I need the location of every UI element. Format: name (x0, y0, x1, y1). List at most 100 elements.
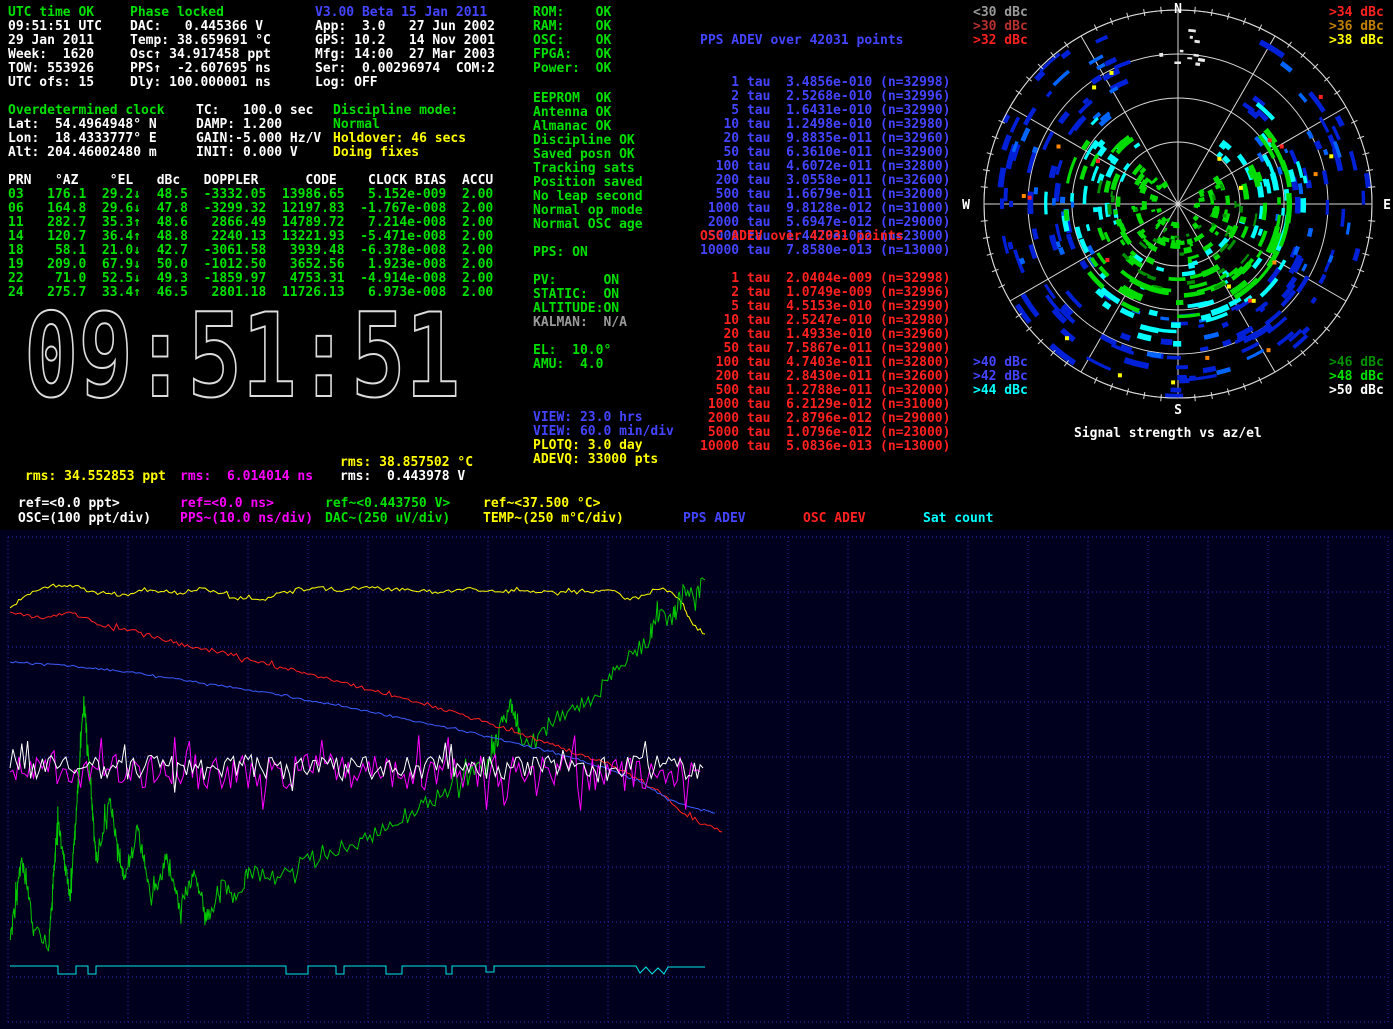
satellite-row: 22 71.0 52.5↓ 49.3 -1859.97 4753.31 -4.9… (8, 272, 493, 286)
adev-row: 100 tau 4.7403e-011 (n=32800) (700, 356, 950, 370)
phase-lock-block: Phase lockedDAC: 0.445366 VTemp: 38.6596… (130, 6, 271, 90)
adev-row: 1 tau 2.0404e-009 (n=32998) (700, 272, 950, 286)
rms-osc-readout: rms: 34.552853 ppt (25, 470, 166, 484)
status-line: App: 3.0 27 Jun 2002 (315, 20, 495, 34)
satellite-row: 14 120.7 36.4↑ 48.8 2240.13 13221.93 -5.… (8, 230, 493, 244)
adev-row: 200 tau 3.0558e-011 (n=32600) (700, 174, 950, 188)
status-line: GPS: 10.2 14 Nov 2001 (315, 34, 495, 48)
main-strip-chart (0, 530, 1393, 1029)
status-line: Phase locked (130, 6, 271, 20)
plot-legend-sat-count: Sat count (923, 512, 993, 526)
status-line: STATIC: ON (533, 288, 627, 302)
position-block: Overdetermined clockLat: 54.4964948° NLo… (8, 104, 165, 160)
satellite-row: 11 282.7 35.3↑ 48.6 2866.49 14789.72 7.2… (8, 216, 493, 230)
status-line: Position saved (533, 176, 643, 190)
status-line: Alt: 204.46002480 m (8, 146, 165, 160)
status-line: UTC ofs: 15 (8, 76, 102, 90)
status-line: OSC: OK (533, 34, 611, 48)
adev-row: 50 tau 6.3610e-011 (n=32900) (700, 146, 950, 160)
adev-row: 10 tau 2.5247e-010 (n=32980) (700, 314, 950, 328)
status-line: VIEW: 23.0 hrs (533, 411, 674, 425)
status-line: KALMAN: N/A (533, 316, 627, 330)
status-line: Doing fixes (333, 146, 466, 160)
pps-ref-line: ref=<0.0 ns> (180, 497, 274, 511)
status-line: 09:51:51 UTC (8, 20, 102, 34)
satellite-row: 18 58.1 21.0↓ 42.7 -3061.58 3939.48 -6.3… (8, 244, 493, 258)
discipline-mode-block: Discipline mode:NormalHoldover: 46 secsD… (333, 104, 466, 160)
dac-ref-line: ref~<0.443750 V> (325, 497, 450, 511)
status-line: DAC: 0.445366 V (130, 20, 271, 34)
status-line: Power: OK (533, 62, 611, 76)
status-line: PV: ON (533, 274, 627, 288)
status-line: Antenna OK (533, 106, 643, 120)
status-line: Dly: 100.000001 ns (130, 76, 271, 90)
adev-row: 10000 tau 5.0836e-013 (n=13000) (700, 440, 950, 454)
status-line: Osc↑ 34.917458 ppt (130, 48, 271, 62)
status-line: INIT: 0.000 V (196, 146, 321, 160)
satellite-table: PRN °AZ °EL dBc DOPPLER CODE CLOCK BIAS … (8, 174, 493, 300)
plot-legend-osc-adev: OSC ADEV (803, 512, 866, 526)
adev-row: 10 tau 1.2498e-010 (n=32980) (700, 118, 950, 132)
status-line: Holdover: 46 secs (333, 132, 466, 146)
rms-dac-readout: rms: 0.443978 V (340, 470, 465, 484)
adev-row: 2 tau 2.5268e-010 (n=32996) (700, 90, 950, 104)
elevation-mask-block: EL: 10.0°AMU: 4.0 (533, 344, 611, 372)
pps-scale-line: PPS~(10.0 ns/div) (180, 512, 313, 526)
temp-ref-line: ref~<37.500 °C> (483, 497, 600, 511)
compass-west-label: W (962, 198, 970, 213)
satellite-row: 03 176.1 29.2↓ 48.5 -3332.05 13986.65 5.… (8, 188, 493, 202)
satellite-row: 24 275.7 33.4↑ 46.5 2801.18 11726.13 6.9… (8, 286, 493, 300)
clock-time-text: 09:51:51 (24, 300, 460, 410)
loop-params-block: TC: 100.0 secDAMP: 1.200GAIN:-5.000 Hz/V… (196, 104, 321, 160)
digital-clock: 09:51:51 (18, 300, 478, 410)
plot-legend-pps-adev: PPS ADEV (683, 512, 746, 526)
satellite-row: 19 209.0 67.9↓ 50.0 -1012.50 3652.56 1.9… (8, 258, 493, 272)
status-line: Saved posn OK (533, 148, 643, 162)
temp-scale-line: TEMP~(250 m°C/div) (483, 512, 624, 526)
osc-adev-title: OSC ADEV over 42031 points (700, 230, 950, 244)
osc-adev-rows: 1 tau 2.0404e-009 (n=32998) 2 tau 1.0749… (700, 272, 950, 454)
polar-plot-caption: Signal strength vs az/el (1074, 427, 1262, 441)
status-line: V3.00 Beta 15 Jan 2011 (315, 6, 495, 20)
status-line: Discipline OK (533, 134, 643, 148)
satellite-row: PRN °AZ °EL dBc DOPPLER CODE CLOCK BIAS … (8, 174, 493, 188)
status-line: Mfg: 14:00 27 Mar 2003 (315, 48, 495, 62)
status-line: TOW: 553926 (8, 62, 102, 76)
status-line: Normal (333, 118, 466, 132)
fix-mode-block: PV: ONSTATIC: ONALTITUDE:ONKALMAN: N/A (533, 274, 627, 330)
status-line: FPGA: OK (533, 48, 611, 62)
status-line: EEPROM OK (533, 92, 643, 106)
satellite-row: 06 164.8 29.6↓ 47.8 -3299.32 12197.83 -1… (8, 202, 493, 216)
status-line: Log: OFF (315, 76, 495, 90)
status-line: Almanac OK (533, 120, 643, 134)
view-settings-block: VIEW: 23.0 hrsVIEW: 60.0 min/divPLOTQ: 3… (533, 411, 674, 467)
adev-row: 1 tau 3.4856e-010 (n=32998) (700, 76, 950, 90)
gps-monitor-screen: UTC time OK09:51:51 UTC29 Jan 2011Week: … (0, 0, 1393, 1029)
status-line: Normal OSC age (533, 218, 643, 232)
status-line: 29 Jan 2011 (8, 34, 102, 48)
status-line: Temp: 38.659691 °C (130, 34, 271, 48)
compass-north-label: N (1174, 2, 1182, 17)
status-line: Lat: 54.4964948° N (8, 118, 165, 132)
adev-row: 50 tau 7.5867e-011 (n=32900) (700, 342, 950, 356)
adev-row: 200 tau 2.8430e-011 (n=32600) (700, 370, 950, 384)
adev-row: 20 tau 9.8835e-011 (n=32960) (700, 132, 950, 146)
adev-row: 2000 tau 2.8796e-012 (n=29000) (700, 412, 950, 426)
status-line: ALTITUDE:ON (533, 302, 627, 316)
status-line: ADEVQ: 33000 pts (533, 453, 674, 467)
hardware-status-block: ROM: OKRAM: OKOSC: OKFPGA: OKPower: OK (533, 6, 611, 76)
dac-scale-line: DAC~(250 uV/div) (325, 512, 450, 526)
osc-ref-line: ref=<0.0 ppt> (18, 497, 120, 511)
utc-time-block: UTC time OK09:51:51 UTC29 Jan 2011Week: … (8, 6, 102, 90)
status-line: Overdetermined clock (8, 104, 165, 118)
rms-temp-readout: rms: 38.857502 °C (340, 456, 473, 470)
version-block: V3.00 Beta 15 Jan 2011App: 3.0 27 Jun 20… (315, 6, 495, 90)
status-line: TC: 100.0 sec (196, 104, 321, 118)
adev-row: 5 tau 4.5153e-010 (n=32990) (700, 300, 950, 314)
status-line: Normal op mode (533, 204, 643, 218)
status-line: Discipline mode: (333, 104, 466, 118)
status-line: RAM: OK (533, 20, 611, 34)
adev-row: 100 tau 4.6072e-011 (n=32800) (700, 160, 950, 174)
status-line: Tracking sats (533, 162, 643, 176)
osc-scale-line: OSC=(100 ppt/div) (18, 512, 151, 526)
